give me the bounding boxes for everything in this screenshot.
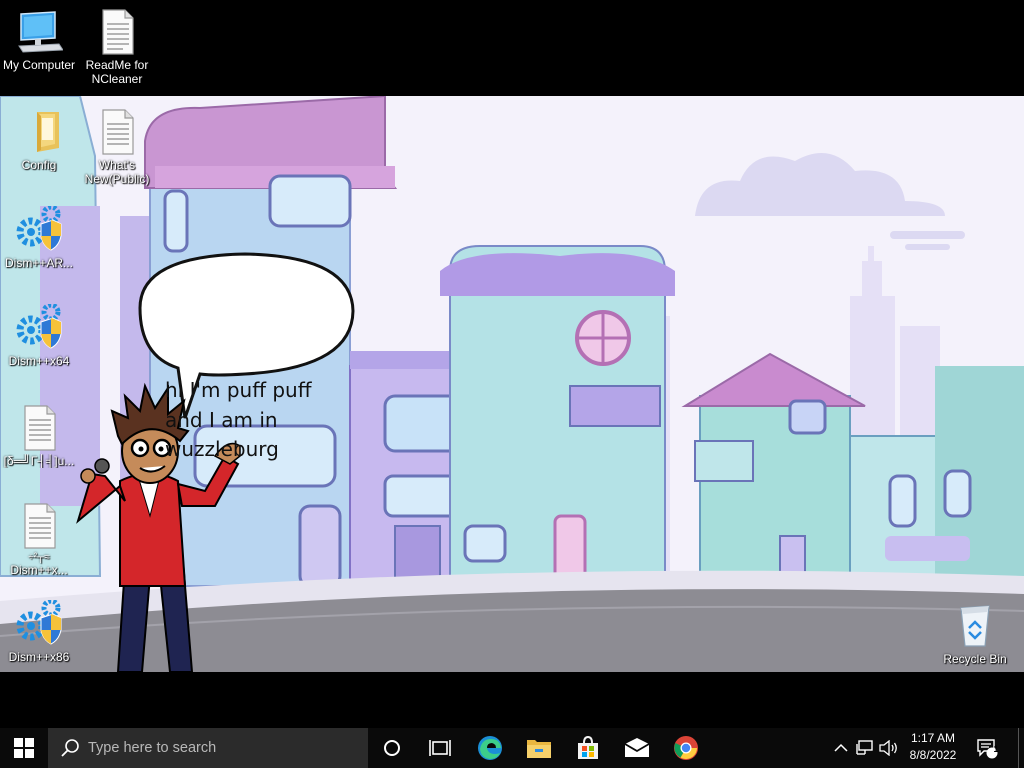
taskbar-edge[interactable] [466,728,514,768]
network-button[interactable] [853,728,877,768]
search-placeholder: Type here to search [88,740,217,756]
speech-line: wuzzleburg [165,437,279,461]
edge-icon [478,736,502,760]
task-view-button[interactable] [416,728,464,768]
chevron-up-icon [834,743,848,752]
icon-label: Config [21,158,57,172]
desktop-icon-garbled-document[interactable]: [δ═╝Γ┤╡]u... [0,404,78,468]
icon-label: Dism++AR... [4,256,73,270]
taskbar-clock[interactable]: 1:17 AM 8/8/2022 [900,730,966,764]
mail-icon [624,738,650,757]
gear-shield-icon [15,204,63,254]
show-hidden-icons-button[interactable] [830,728,852,768]
volume-button[interactable] [877,728,901,768]
speech-line: and I am in [165,407,278,432]
desktop-icon-dism-arm[interactable]: Dism++AR... [0,204,78,270]
start-button[interactable] [0,728,48,768]
text-document-icon [93,8,141,56]
desktop-icon-dism-x64[interactable]: Dism++x64 [0,302,78,368]
icon-label: ReadMe for [85,58,149,72]
icon-label: New(Public) [84,172,150,186]
text-document-icon [15,502,63,550]
desktop-icon-my-computer[interactable]: My Computer [0,8,78,72]
volume-icon [879,740,897,756]
icon-label: What's [98,158,136,172]
taskbar-store[interactable] [564,728,612,768]
icon-label: Recycle Bin [943,652,1007,666]
desktop-icon-dism-x86[interactable]: Dism++x86 [0,598,78,664]
speech-bubble-text: hi I'm puff puff and I am in wuzzleburg [165,376,335,465]
clock-date: 8/8/2022 [909,748,957,762]
desktop-icon-dism-document[interactable]: ÷²┬≈ Dism++x... [0,502,78,577]
cortana-icon [384,740,400,756]
taskbar: Type here to search 1:17 AM 8/8/2022 1 [0,728,1024,768]
cortana-button[interactable] [368,728,416,768]
show-desktop-button[interactable] [1018,728,1024,768]
notification-count: 1 [993,744,999,754]
taskbar-chrome[interactable] [662,728,710,768]
speech-line: hi I'm puff puff [165,378,312,402]
icon-label: Dism++x86 [8,650,70,664]
icon-label: [δ═╝Γ┤╡]u... [3,454,75,468]
icon-label: My Computer [2,58,76,72]
taskbar-search-box[interactable]: Type here to search [48,728,368,768]
store-icon [578,736,598,759]
computer-icon [15,8,64,56]
file-explorer-icon [527,740,551,758]
icon-label: Dism++x64 [8,354,70,368]
search-icon [61,739,79,757]
desktop-icon-recycle-bin[interactable]: Recycle Bin [936,602,1014,666]
clock-time: 1:17 AM [910,731,956,745]
taskbar-mail[interactable] [613,728,661,768]
task-view-icon [429,740,451,756]
windows-logo-icon [14,738,34,758]
gear-shield-icon [15,598,63,648]
icon-label: NCleaner [91,72,143,86]
text-document-icon [93,108,141,156]
folder-icon [15,108,63,156]
taskbar-file-explorer[interactable] [515,728,563,768]
icon-label: Dism++x... [10,563,68,577]
chrome-icon [674,736,698,760]
desktop-icon-config[interactable]: Config [0,108,78,172]
desktop-icon-readme-ncleaner[interactable]: ReadMe for NCleaner [78,8,156,86]
text-document-icon [15,404,63,452]
recycle-bin-icon [951,602,999,650]
gear-shield-icon [15,302,63,352]
icon-label: ÷²┬≈ [28,552,50,563]
network-icon [856,740,873,755]
action-center-button[interactable]: 1 [970,728,1004,768]
desktop-icon-whats-new[interactable]: What's New(Public) [78,108,156,186]
